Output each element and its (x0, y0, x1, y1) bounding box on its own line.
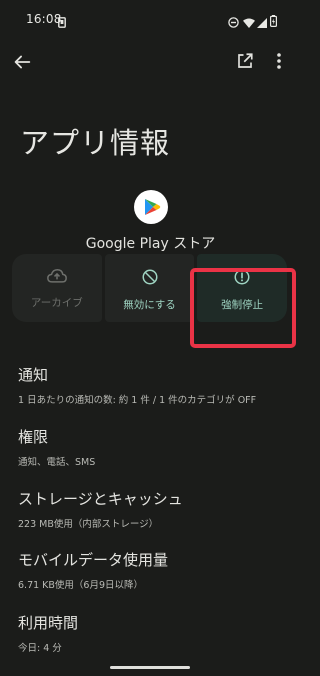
item-subtitle: 1 日あたりの通知の数: 約 1 件 / 1 件のカテゴリが OFF (18, 395, 257, 406)
list-item-permissions[interactable]: 権限 通知、電話、SMS (18, 426, 288, 468)
signal-icon (257, 13, 267, 32)
block-icon (141, 268, 159, 290)
list-item-mobile-data[interactable]: モバイルデータ使用量 6.71 KB使用（6月9日以降） (18, 549, 288, 591)
list-item-screen-time[interactable]: 利用時間 今日: 4 分 (18, 612, 288, 654)
app-bar (0, 40, 301, 88)
item-title: モバイルデータ使用量 (18, 551, 169, 569)
archive-button[interactable]: アーカイブ (12, 254, 102, 322)
wifi-icon (243, 13, 255, 32)
app-name: Google Play ストア (85, 236, 216, 252)
gesture-nav-handle[interactable] (110, 666, 190, 669)
highlight-annotation (190, 268, 296, 348)
disable-label: 無効にする (123, 299, 176, 311)
back-arrow-icon[interactable] (11, 51, 35, 75)
item-title: 利用時間 (18, 614, 79, 632)
item-subtitle: 6.71 KB使用（6月9日以降） (18, 580, 144, 591)
list-item-storage[interactable]: ストレージとキャッシュ 223 MB使用（内部ストレージ） (18, 488, 288, 530)
more-options-icon[interactable] (276, 52, 284, 76)
item-title: 通知 (18, 366, 49, 384)
do-not-disturb-icon (228, 13, 239, 32)
page-title: アプリ情報 (20, 126, 171, 160)
google-play-store-icon (134, 190, 168, 224)
notification-icon (58, 13, 66, 32)
battery-icon (270, 12, 278, 31)
item-subtitle: 通知、電話、SMS (18, 457, 96, 468)
archive-label: アーカイブ (30, 297, 83, 309)
cloud-upload-icon (46, 268, 67, 288)
open-external-icon[interactable] (236, 52, 260, 76)
status-time: 16:08 (26, 12, 62, 26)
disable-button[interactable]: 無効にする (104, 254, 195, 322)
list-item-notifications[interactable]: 通知 1 日あたりの通知の数: 約 1 件 / 1 件のカテゴリが OFF (18, 364, 288, 406)
status-bar: 16:08 (0, 0, 301, 40)
item-title: ストレージとキャッシュ (18, 490, 183, 508)
item-title: 権限 (18, 428, 49, 446)
item-subtitle: 223 MB使用（内部ストレージ） (18, 519, 159, 530)
item-subtitle: 今日: 4 分 (18, 643, 62, 654)
